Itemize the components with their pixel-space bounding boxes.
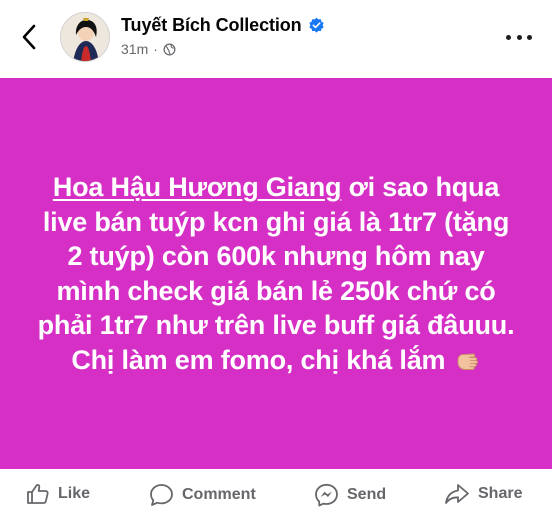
more-options-button[interactable] [506,28,532,46]
comment-bubble-icon [150,484,173,506]
post-background: Hoa Hậu Hương Giang ơi sao hqua live bán… [0,78,552,469]
share-label: Share [478,485,523,502]
share-button[interactable]: Share [444,483,522,505]
meta-separator: · [153,41,158,57]
back-button[interactable] [14,20,44,54]
more-horizontal-icon-dot [527,34,532,40]
comment-label: Comment [182,486,256,503]
verified-badge-icon [308,17,325,34]
avatar[interactable] [60,12,110,62]
comment-button[interactable]: Comment [149,483,256,507]
send-button[interactable]: Send [314,483,386,507]
post-text: Hoa Hậu Hương Giang ơi sao hqua live bán… [36,170,516,377]
chevron-left-icon [22,24,36,50]
thumbs-up-icon [27,484,49,504]
globe-icon [163,43,176,55]
like-button[interactable]: Like [26,483,90,505]
pointing-fist-emoji-icon [455,346,481,370]
share-arrow-icon [445,484,469,504]
page-name-row: Tuyết Bích Collection [121,15,325,36]
messenger-icon [315,483,338,507]
more-horizontal-icon-dot [516,34,522,40]
post-actions-bar: Like Comment Send Share [0,469,552,519]
profile-picture-icon [61,13,109,61]
send-label: Send [347,486,387,503]
post-meta: 31m · [121,41,176,57]
post-body: ơi sao hqua live bán tuýp kcn ghi giá là… [37,172,515,375]
mention-link[interactable]: Hoa Hậu Hương Giang [53,172,342,202]
more-horizontal-icon [506,34,511,40]
page-name[interactable]: Tuyết Bích Collection [121,15,302,36]
post-header: Tuyết Bích Collection 31m · [0,0,552,78]
post-time[interactable]: 31m [121,41,148,57]
like-label: Like [58,485,91,502]
